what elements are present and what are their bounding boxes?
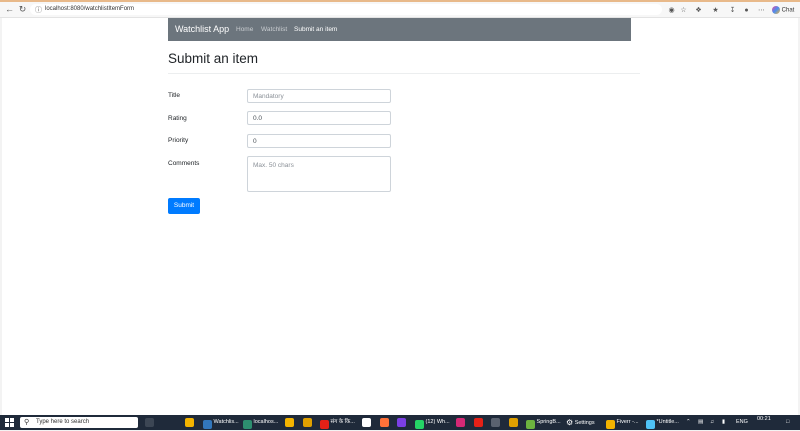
taskbar-search-placeholder: Type here to search xyxy=(36,419,90,425)
more-menu-icon[interactable]: ⋯ xyxy=(757,6,766,15)
taskbar-app-notepad[interactable]: *Untitle... xyxy=(646,415,679,430)
youtube-icon xyxy=(320,420,329,430)
taskbar-search[interactable]: ⚲ Type here to search xyxy=(20,417,138,428)
copilot-chat-label: Chat xyxy=(781,7,795,14)
app-icon[interactable] xyxy=(397,418,406,427)
app-icon[interactable] xyxy=(491,418,500,427)
rating-input[interactable] xyxy=(247,111,391,125)
taskbar-app-whatsapp[interactable]: (12) Wh... xyxy=(415,415,450,430)
taskbar-app-label: localhos... xyxy=(253,419,279,425)
taskbar-app-localhost[interactable]: localhos... xyxy=(243,415,278,430)
title-label: Title xyxy=(168,92,181,99)
search-icon: ⚲ xyxy=(24,419,30,426)
back-icon[interactable]: ← xyxy=(4,4,15,15)
taskbar-app-label: SpringB... xyxy=(536,419,561,425)
notepad-icon xyxy=(646,420,655,430)
taskbar-app-fiverr[interactable]: Fiverr -... xyxy=(606,415,639,430)
app-icon[interactable] xyxy=(362,418,371,427)
priority-label: Priority xyxy=(168,137,189,144)
edge-icon xyxy=(203,420,212,430)
profile-icon[interactable]: ● xyxy=(742,6,751,15)
whatsapp-icon xyxy=(415,420,424,430)
comments-label: Comments xyxy=(168,160,200,167)
info-icon[interactable]: ⓘ xyxy=(35,5,42,15)
app-navbar: Watchlist App Home Watchlist Submit an i… xyxy=(168,18,631,41)
spring-icon xyxy=(526,420,535,430)
battery-icon[interactable]: ▮ xyxy=(722,415,725,430)
address-bar[interactable]: ⓘ localhost:8080/watchlistItemForm xyxy=(30,4,662,15)
clock[interactable]: 00:21 xyxy=(757,415,771,430)
copilot-icon xyxy=(772,6,780,14)
firefox-icon[interactable] xyxy=(380,418,389,427)
taskbar-app-settings[interactable]: ⚙ Settings xyxy=(566,415,595,430)
page-viewport: Watchlist App Home Watchlist Submit an i… xyxy=(2,18,798,415)
favorite-star-icon[interactable]: ☆ xyxy=(679,6,688,15)
chrome-icon xyxy=(606,420,615,430)
windows-start-icon[interactable] xyxy=(5,418,14,427)
tray-chevron-icon[interactable]: ⌃ xyxy=(686,415,691,430)
taskbar-app-label: Settings xyxy=(574,419,595,426)
comments-textarea[interactable] xyxy=(247,156,391,192)
browser-window: ← ↻ ⓘ localhost:8080/watchlistItemForm ◉… xyxy=(0,0,800,430)
taskbar-app-label: संग के कि... xyxy=(330,419,355,425)
language-indicator[interactable]: ENG xyxy=(736,415,748,430)
chrome-icon[interactable] xyxy=(185,418,194,427)
nav-link-submit-item[interactable]: Submit an item xyxy=(294,18,337,41)
browser-toolbar: ← ↻ ⓘ localhost:8080/watchlistItemForm ◉… xyxy=(0,2,800,18)
taskbar-app-label: (12) Wh... xyxy=(425,419,450,425)
app-icon[interactable] xyxy=(509,418,518,427)
nav-link-watchlist[interactable]: Watchlist xyxy=(261,18,287,41)
nav-link-home[interactable]: Home xyxy=(236,18,253,41)
gear-icon: ⚙ xyxy=(566,418,574,427)
title-divider xyxy=(168,73,640,74)
extensions-icon[interactable]: ❖ xyxy=(694,6,703,15)
volume-icon[interactable]: ♫ xyxy=(710,415,714,430)
taskbar-app-label: *Untitle... xyxy=(656,419,679,425)
notifications-icon[interactable]: □ xyxy=(786,415,789,430)
taskbar-app-watchlist[interactable]: Watchlis... xyxy=(203,415,239,430)
task-view-icon[interactable] xyxy=(145,418,154,427)
edge-icon xyxy=(243,420,252,430)
instagram-icon[interactable] xyxy=(456,418,465,427)
copilot-chat-button[interactable]: Chat xyxy=(772,6,794,14)
chrome-icon[interactable] xyxy=(285,418,294,427)
taskbar-app-springboot[interactable]: SpringB... xyxy=(526,415,561,430)
rating-label: Rating xyxy=(168,115,187,122)
reload-icon[interactable]: ↻ xyxy=(17,4,28,15)
page-title: Submit an item xyxy=(168,51,259,66)
taskbar-app-youtube[interactable]: संग के कि... xyxy=(320,415,355,430)
taskbar-app-label: Watchlis... xyxy=(213,419,239,425)
navbar-brand[interactable]: Watchlist App xyxy=(175,18,229,41)
url-text[interactable]: localhost:8080/watchlistItemForm xyxy=(45,4,134,15)
windows-taskbar: ⚲ Type here to search Watchlis... localh… xyxy=(0,415,800,430)
downloads-icon[interactable]: ↧ xyxy=(728,6,737,15)
title-input[interactable] xyxy=(247,89,391,103)
app-icon[interactable] xyxy=(474,418,483,427)
favorites-icon[interactable]: ★ xyxy=(711,6,720,15)
priority-input[interactable] xyxy=(247,134,391,148)
submit-button[interactable]: Submit xyxy=(168,198,200,214)
file-explorer-icon[interactable] xyxy=(303,418,312,427)
taskbar-app-label: Fiverr -... xyxy=(616,419,639,425)
translate-icon[interactable]: ◉ xyxy=(667,6,676,15)
network-icon[interactable]: ▤ xyxy=(698,415,703,430)
